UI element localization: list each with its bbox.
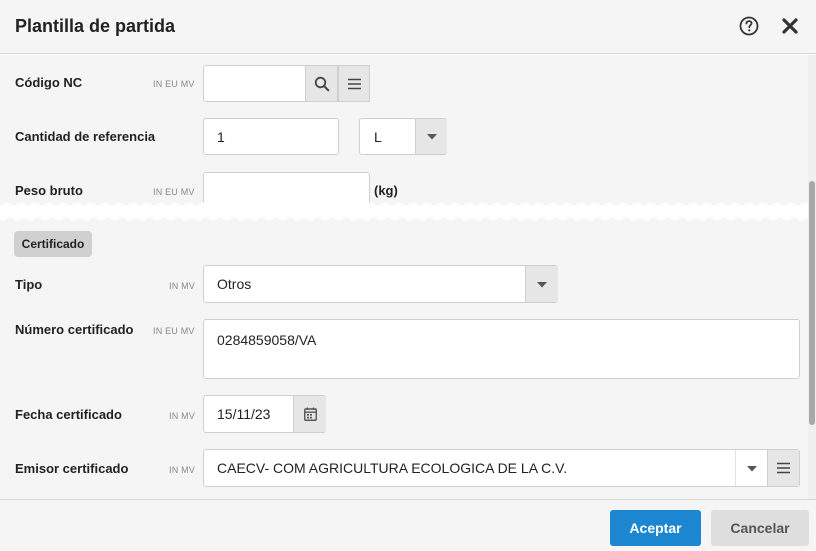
torn-edge-separator — [0, 202, 808, 221]
cantidad-referencia-label: Cantidad de referencia — [15, 129, 156, 144]
emisor-certificado-select[interactable]: CAECV- COM AGRICULTURA ECOLOGICA DE LA C… — [203, 449, 800, 487]
dialog-body: Código NC IN EU MV Cantidad de referenci… — [0, 55, 808, 499]
tipo-select[interactable]: Otros — [203, 265, 558, 303]
emisor-certificado-flags: IN MV — [169, 465, 196, 475]
close-icon[interactable] — [781, 17, 799, 35]
fecha-certificado-input[interactable]: 15/11/23 — [203, 395, 326, 433]
unit-select-value: L — [374, 129, 382, 145]
emisor-certificado-label: Emisor certificado — [15, 461, 129, 476]
list-icon — [777, 462, 790, 474]
question-circle-icon[interactable] — [739, 16, 759, 36]
tipo-flags: IN MV — [169, 281, 196, 291]
tipo-value: Otros — [217, 276, 252, 292]
emisor-dropdown-button[interactable] — [735, 450, 767, 486]
tipo-label: Tipo — [15, 277, 43, 292]
list-icon — [348, 78, 361, 90]
codigo-nc-search-button[interactable] — [305, 65, 338, 102]
chevron-down-icon — [427, 134, 437, 140]
emisor-certificado-value: CAECV- COM AGRICULTURA ECOLOGICA DE LA C… — [217, 460, 568, 476]
peso-bruto-label: Peso bruto — [15, 183, 83, 198]
codigo-nc-flags: IN EU MV — [153, 79, 195, 89]
dialog-title: Plantilla de partida — [15, 16, 176, 36]
numero-certificado-flags: IN EU MV — [153, 326, 195, 336]
emisor-list-button[interactable] — [767, 450, 799, 486]
numero-certificado-value: 0284859058/VA — [217, 332, 317, 348]
fecha-certificado-label: Fecha certificado — [15, 407, 122, 422]
calendar-button[interactable] — [293, 396, 326, 432]
fecha-certificado-value: 15/11/23 — [217, 406, 271, 422]
cantidad-referencia-input[interactable]: 1 — [203, 118, 339, 155]
cantidad-referencia-value: 1 — [217, 129, 225, 145]
scrollbar-thumb[interactable] — [809, 181, 815, 425]
chevron-down-icon — [537, 282, 547, 288]
certificado-section-tag: Certificado — [14, 231, 92, 257]
vertical-scrollbar[interactable] — [808, 55, 816, 499]
unit-select[interactable]: L — [359, 118, 447, 155]
search-icon — [314, 76, 330, 92]
accept-button[interactable]: Aceptar — [610, 510, 701, 546]
peso-bruto-unit: (kg) — [374, 183, 398, 198]
codigo-nc-label: Código NC — [15, 75, 83, 90]
codigo-nc-list-button[interactable] — [338, 65, 370, 102]
chevron-down-icon — [747, 466, 757, 472]
peso-bruto-flags: IN EU MV — [153, 187, 195, 197]
numero-certificado-label: Número certificado — [15, 322, 134, 337]
calendar-icon — [304, 407, 317, 421]
dialog-header: Plantilla de partida — [0, 0, 816, 54]
fecha-certificado-flags: IN MV — [169, 411, 196, 421]
cancel-button[interactable]: Cancelar — [711, 510, 809, 546]
numero-certificado-textarea[interactable]: 0284859058/VA — [203, 319, 800, 379]
unit-dropdown-button[interactable] — [415, 119, 447, 154]
dialog-footer: Aceptar Cancelar — [0, 499, 816, 551]
tipo-dropdown-button[interactable] — [525, 266, 558, 302]
